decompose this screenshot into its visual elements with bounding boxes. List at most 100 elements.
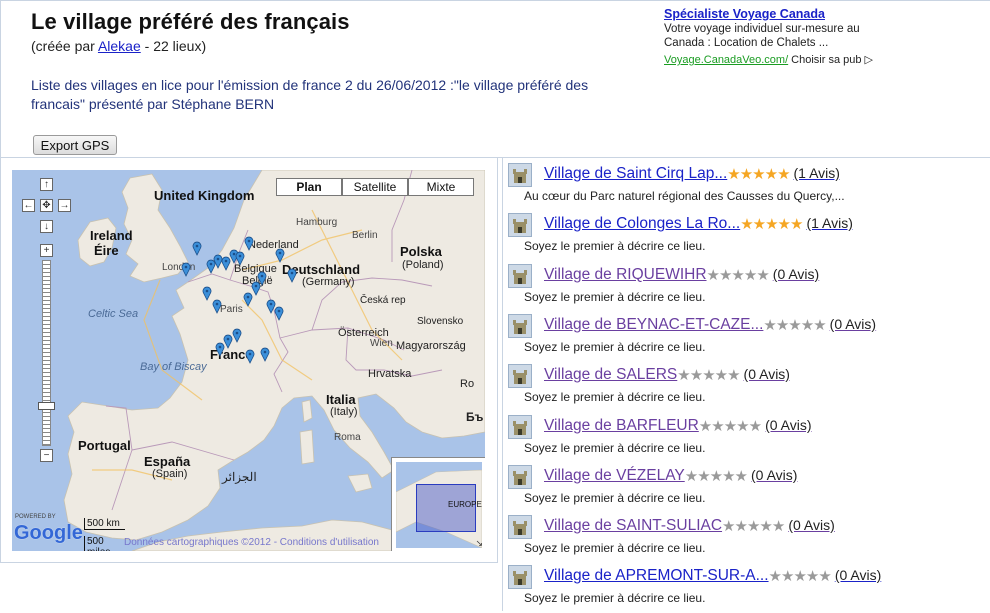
overview-label-europe: EUROPE [448, 500, 482, 509]
map-marker-icon[interactable] [244, 236, 254, 251]
village-link[interactable]: Village de APREMONT-SUR-A...★★★★★ (0 Avis… [544, 567, 881, 585]
village-link[interactable]: Village de RIQUEWIHR★★★★★ (0 Avis) [544, 266, 819, 284]
ad-choice-link[interactable]: Choisir sa pub ▷ [791, 54, 873, 66]
village-link[interactable]: Village de BEYNAC-ET-CAZE...★★★★★ (0 Avis… [544, 316, 876, 334]
village-item: Village de APREMONT-SUR-A...★★★★★ (0 Avis… [508, 565, 978, 613]
ad-title-link[interactable]: Spécialiste Voyage Canada [664, 7, 904, 21]
map-label-espana: España [144, 454, 191, 469]
star-icon: ★ [684, 468, 698, 485]
pan-center-button[interactable]: ✥ [40, 199, 53, 212]
village-thumbnail[interactable] [508, 565, 532, 589]
pan-down-button[interactable]: ↓ [40, 220, 53, 233]
village-thumbnail[interactable] [508, 314, 532, 338]
star-icon: ★ [718, 267, 732, 284]
star-icon: ★ [677, 367, 690, 384]
overview-map-inner: EUROPE [396, 462, 482, 548]
zoom-in-button[interactable]: + [40, 244, 53, 257]
rating-stars: ★★★★★ [677, 366, 740, 384]
plus-icon: + [43, 245, 50, 256]
map-marker-icon[interactable] [215, 342, 225, 357]
header-border [0, 1, 1, 159]
village-thumbnail[interactable] [508, 515, 532, 539]
export-gps-button[interactable]: Export GPS [33, 135, 117, 155]
pan-right-button[interactable]: → [58, 199, 71, 212]
village-link[interactable]: Village de Saint Cirq Lap...★★★★★ (1 Avis… [544, 165, 840, 183]
star-icon: ★ [723, 418, 737, 435]
map-label-magyarorszag: Magyarország [396, 340, 466, 352]
village-thumbnail[interactable] [508, 264, 532, 288]
village-thumbnail[interactable] [508, 364, 532, 388]
map-marker-icon[interactable] [274, 306, 284, 321]
map-marker-icon[interactable] [235, 251, 245, 266]
village-thumbnail[interactable] [508, 163, 532, 187]
map-marker-icon[interactable] [287, 268, 297, 283]
village-link[interactable]: Village de BARFLEUR★★★★★ (0 Avis) [544, 417, 812, 435]
overview-map[interactable]: EUROPE ↘ [391, 457, 485, 551]
review-count: (0 Avis) [788, 517, 835, 533]
village-item: Village de SALERS★★★★★ (0 Avis) Soyez le p… [508, 364, 978, 412]
village-link[interactable]: Village de SAINT-SULIAC★★★★★ (0 Avis) [544, 517, 835, 535]
village-name: Village de SAINT-SULIAC [544, 517, 723, 534]
castle-icon [513, 471, 527, 485]
map-marker-icon[interactable] [212, 299, 222, 314]
map-marker-icon[interactable] [192, 241, 202, 256]
google-logo[interactable]: Google [14, 522, 83, 545]
subtitle-prefix: (créée par [31, 38, 98, 54]
ad-choice-label: Choisir sa pub [791, 54, 862, 66]
map-marker-icon[interactable] [260, 347, 270, 362]
zoom-slider-handle[interactable] [38, 402, 55, 410]
maptype-mixte-button[interactable]: Mixte [408, 178, 474, 196]
star-icon: ★ [714, 367, 728, 384]
map-label-bu: Бъ [466, 410, 484, 424]
map[interactable]: United Kingdom Ireland Éire London Celti… [12, 170, 485, 551]
page-subtitle: (créée par Alekae - 22 lieux) [31, 38, 206, 54]
star-icon: ★ [746, 518, 760, 535]
village-description: Soyez le premier à décrire ce lieu. [524, 491, 706, 505]
author-link[interactable]: Alekae [98, 38, 141, 54]
village-name: Village de SALERS [544, 366, 678, 383]
castle-icon [513, 521, 527, 535]
map-marker-icon[interactable] [245, 349, 255, 364]
rating-stars: ★★★★★ [740, 215, 803, 233]
map-label-al-jazair: الجزائر [222, 470, 257, 484]
zoom-out-button[interactable]: − [40, 449, 53, 462]
castle-icon [513, 370, 527, 384]
village-link[interactable]: Village de Colonges La Ro...★★★★★ (1 Avis… [544, 215, 853, 233]
map-label-italy: (Italy) [330, 406, 358, 418]
ad-url-link[interactable]: Voyage.CanadaVeo.com/ [664, 54, 788, 66]
map-marker-icon[interactable] [206, 259, 216, 274]
pan-up-button[interactable]: ↑ [40, 178, 53, 191]
map-marker-icon[interactable] [243, 292, 253, 307]
village-description: Au cœur du Parc naturel régional des Cau… [524, 189, 845, 203]
village-link[interactable]: Village de VÉZELAY★★★★★ (0 Avis) [544, 467, 797, 485]
map-marker-icon[interactable] [232, 328, 242, 343]
overview-toggle-icon[interactable]: ↘ [475, 538, 483, 549]
village-name: Village de VÉZELAY [544, 467, 685, 484]
village-thumbnail[interactable] [508, 213, 532, 237]
scale-km: 500 km [84, 518, 125, 530]
star-icon: ★ [731, 267, 744, 284]
maptype-plan-button[interactable]: Plan [276, 178, 342, 196]
village-description: Soyez le premier à décrire ce lieu. [524, 441, 706, 455]
map-marker-icon[interactable] [275, 248, 285, 263]
star-icon: ★ [698, 418, 712, 435]
village-item: Village de Saint Cirq Lap...★★★★★ (1 Avis… [508, 163, 978, 211]
zoom-slider-track[interactable] [42, 260, 51, 446]
star-icon: ★ [756, 267, 769, 284]
map-label-wien: Wien [370, 338, 393, 349]
star-icon: ★ [805, 568, 819, 585]
star-icon: ★ [706, 267, 720, 284]
map-marker-icon[interactable] [181, 262, 191, 277]
star-icon: ★ [727, 367, 740, 384]
village-thumbnail[interactable] [508, 465, 532, 489]
star-icon: ★ [777, 216, 791, 233]
ad-footer: Voyage.CanadaVeo.com/Choisir sa pub ▷ [664, 50, 904, 68]
village-name: Village de BEYNAC-ET-CAZE... [544, 316, 764, 333]
map-marker-icon[interactable] [202, 286, 212, 301]
review-count: (0 Avis) [829, 316, 877, 332]
subtitle-suffix: - 22 lieux) [140, 38, 207, 54]
maptype-satellite-button[interactable]: Satellite [342, 178, 408, 196]
village-link[interactable]: Village de SALERS★★★★★ (0 Avis) [544, 366, 790, 384]
pan-left-button[interactable]: ← [22, 199, 35, 212]
village-thumbnail[interactable] [508, 415, 532, 439]
